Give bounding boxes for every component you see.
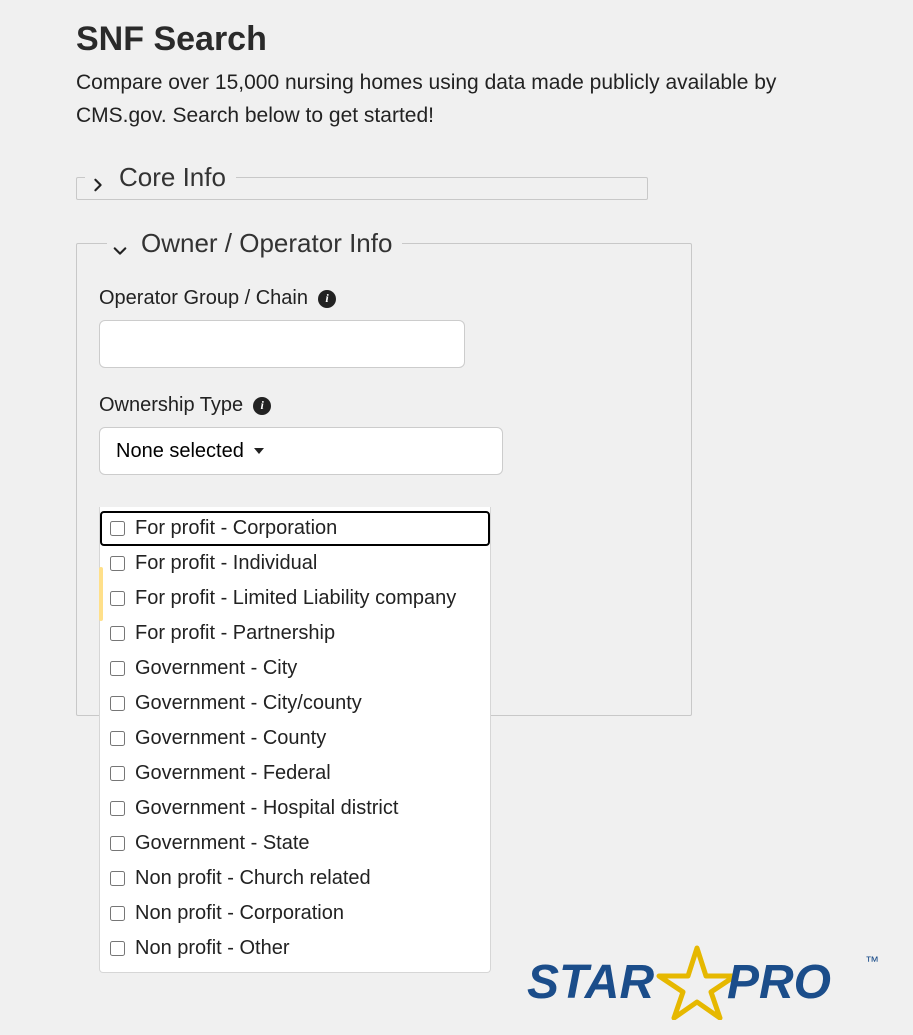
cms-link[interactable]: CMS.gov xyxy=(76,104,161,127)
ownership-option[interactable]: Government - County xyxy=(100,721,490,756)
core-info-toggle[interactable]: Core Info xyxy=(85,162,236,193)
ownership-option-checkbox[interactable] xyxy=(110,591,125,606)
caret-down-icon xyxy=(254,448,264,454)
operator-group-input[interactable] xyxy=(99,320,465,368)
ownership-option-label: Government - City/county xyxy=(135,692,362,715)
ownership-option-label: Government - State xyxy=(135,832,310,855)
ownership-option-checkbox[interactable] xyxy=(110,766,125,781)
ownership-option-label: Government - City xyxy=(135,657,297,680)
ownership-option[interactable]: Non profit - Other xyxy=(100,931,490,966)
core-info-section: Core Info xyxy=(76,162,648,200)
owner-info-title: Owner / Operator Info xyxy=(141,228,392,258)
ownership-option[interactable]: Government - Federal xyxy=(100,756,490,791)
ownership-option[interactable]: For profit - Corporation xyxy=(100,511,490,546)
ownership-option-checkbox[interactable] xyxy=(110,731,125,746)
page-title: SNF Search xyxy=(76,20,866,59)
ownership-type-label: Ownership Type i xyxy=(99,394,669,417)
ownership-option[interactable]: Government - State xyxy=(100,826,490,861)
info-icon[interactable]: i xyxy=(318,290,336,308)
ownership-option[interactable]: Non profit - Church related xyxy=(100,861,490,896)
ownership-option-checkbox[interactable] xyxy=(110,626,125,641)
ownership-option-checkbox[interactable] xyxy=(110,906,125,921)
logo-tm: ™ xyxy=(865,953,879,969)
ownership-option-label: For profit - Individual xyxy=(135,552,317,575)
info-icon[interactable]: i xyxy=(253,397,271,415)
ownership-option-checkbox[interactable] xyxy=(110,836,125,851)
ownership-option-label: Government - County xyxy=(135,727,326,750)
ownership-option-label: Non profit - Other xyxy=(135,937,290,960)
ownership-option-label: Non profit - Church related xyxy=(135,867,371,890)
ownership-option-label: Government - Federal xyxy=(135,762,331,785)
owner-info-toggle[interactable]: Owner / Operator Info xyxy=(107,228,402,259)
ownership-type-select[interactable]: None selected xyxy=(99,427,503,475)
operator-group-label-text: Operator Group / Chain xyxy=(99,287,308,310)
ownership-option[interactable]: Government - City xyxy=(100,651,490,686)
ownership-type-selected: None selected xyxy=(116,440,244,463)
ownership-option-label: For profit - Partnership xyxy=(135,622,335,645)
highlight-bar xyxy=(99,567,103,621)
core-info-title: Core Info xyxy=(119,162,226,192)
ownership-option[interactable]: Non profit - Corporation xyxy=(100,896,490,931)
ownership-type-dropdown: For profit - Corporation For profit - Ind… xyxy=(99,507,491,973)
ownership-option-label: Government - Hospital district xyxy=(135,797,398,820)
ownership-option-checkbox[interactable] xyxy=(110,941,125,956)
ownership-option-checkbox[interactable] xyxy=(110,801,125,816)
intro-text-before: Compare over 15,000 nursing homes using … xyxy=(76,71,776,94)
ownership-option-label: Non profit - Corporation xyxy=(135,902,344,925)
ownership-option-checkbox[interactable] xyxy=(110,521,125,536)
chevron-right-icon xyxy=(91,168,105,182)
chevron-down-icon xyxy=(113,234,127,248)
logo-pro-text: PRO xyxy=(727,956,831,1009)
ownership-option-checkbox[interactable] xyxy=(110,661,125,676)
operator-group-label: Operator Group / Chain i xyxy=(99,287,669,310)
owner-info-section: Owner / Operator Info Operator Group / C… xyxy=(76,228,692,716)
ownership-option-label: For profit - Limited Liability company xyxy=(135,587,456,610)
intro-text-after: . Search below to get started! xyxy=(161,104,434,127)
ownership-option[interactable]: For profit - Partnership xyxy=(100,616,490,651)
ownership-option[interactable]: For profit - Limited Liability company xyxy=(100,581,490,616)
ownership-type-label-text: Ownership Type xyxy=(99,394,243,417)
ownership-option[interactable]: For profit - Individual xyxy=(100,546,490,581)
ownership-option-checkbox[interactable] xyxy=(110,696,125,711)
starpro-logo: STAR PRO ™ xyxy=(527,940,897,1025)
logo-star-text: STAR xyxy=(527,956,654,1009)
ownership-option[interactable]: Government - Hospital district xyxy=(100,791,490,826)
ownership-option-checkbox[interactable] xyxy=(110,556,125,571)
intro-paragraph: Compare over 15,000 nursing homes using … xyxy=(76,67,866,132)
ownership-option-label: For profit - Corporation xyxy=(135,517,337,540)
star-icon xyxy=(659,948,735,1018)
ownership-option[interactable]: Government - City/county xyxy=(100,686,490,721)
ownership-option-checkbox[interactable] xyxy=(110,871,125,886)
